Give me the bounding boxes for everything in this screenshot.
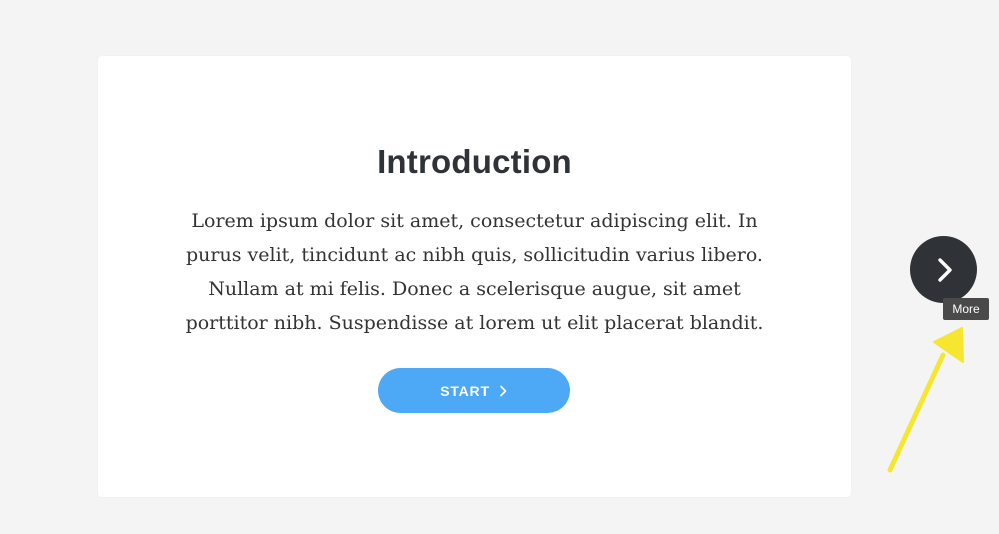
chevron-right-icon — [937, 257, 952, 282]
intro-card: Introduction Lorem ipsum dolor sit amet,… — [98, 56, 851, 497]
arrow-icon — [887, 327, 964, 473]
more-tooltip: More — [943, 298, 989, 320]
next-button[interactable] — [910, 236, 977, 303]
chevron-right-icon — [499, 385, 507, 396]
intro-paragraph: Lorem ipsum dolor sit amet, consectetur … — [185, 210, 764, 334]
start-button-label: START — [440, 382, 490, 399]
start-button[interactable]: START — [378, 368, 570, 413]
page-title: Introduction — [377, 143, 572, 180]
